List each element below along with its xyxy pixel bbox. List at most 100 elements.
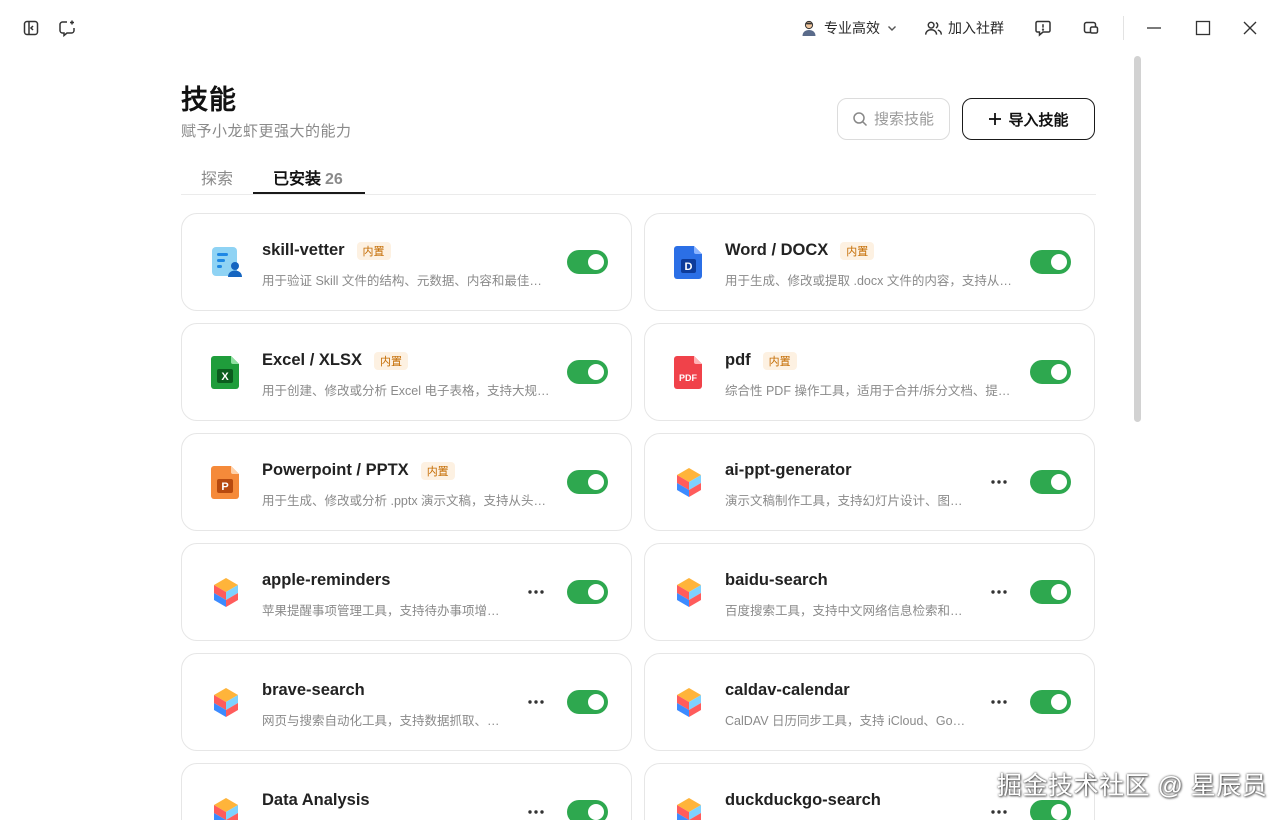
skill-card[interactable]: X Excel / XLSX 内置用于创建、修改或分析 Excel 电子表格，支持大… <box>181 323 632 421</box>
toggle-knob <box>1051 584 1067 600</box>
profile-label: 专业高效 <box>824 20 880 36</box>
skill-enable-toggle[interactable] <box>567 580 608 604</box>
more-options-button[interactable] <box>985 690 1013 714</box>
skill-description: 百度搜索工具，支持中文网络信息检索和实… <box>725 604 970 618</box>
skill-description: 网页与搜索自动化工具，支持数据抓取、页… <box>262 714 507 728</box>
import-skill-label: 导入技能 <box>1008 111 1069 129</box>
skill-description: 演示文稿制作工具，支持幻灯片设计、图表… <box>725 494 970 508</box>
toggle-knob <box>1051 694 1067 710</box>
skill-name: caldav-calendar <box>725 681 850 699</box>
skill-name: brave-search <box>262 681 365 699</box>
active-tab-indicator <box>253 192 365 194</box>
skill-enable-toggle[interactable] <box>567 470 608 494</box>
tab-installed[interactable]: 已安装 26 <box>273 165 343 189</box>
join-community-button[interactable]: 加入社群 <box>924 16 1004 40</box>
skill-name-row: pdf 内置 <box>725 351 797 370</box>
more-options-button[interactable] <box>522 800 550 820</box>
skill-card[interactable]: D Word / DOCX 内置 用于生成、修改或提取 .docx 文件的内容，支持从… <box>644 213 1095 311</box>
skill-card[interactable]: skill-vetter 内置用于验证 Skill 文件的结构、元数据、内容和最佳… <box>181 213 632 311</box>
search-box[interactable] <box>837 98 950 140</box>
scrollbar-thumb[interactable] <box>1134 56 1141 422</box>
skill-enable-toggle[interactable] <box>1030 470 1071 494</box>
more-dots-icon <box>991 700 1007 704</box>
word-icon: D <box>671 244 707 280</box>
new-chat-icon[interactable] <box>55 16 79 40</box>
skill-description: 综合性 PDF 操作工具，适用于合并/拆分文档、提取… <box>725 384 1015 398</box>
skill-enable-toggle[interactable] <box>567 360 608 384</box>
skill-card[interactable]: brave-search 网页与搜索自动化工具，支持数据抓取、页… <box>181 653 632 751</box>
feedback-icon[interactable] <box>1031 16 1055 40</box>
skill-enable-toggle[interactable] <box>567 800 608 820</box>
skill-name: apple-reminders <box>262 571 391 589</box>
skill-card[interactable]: P Powerpoint / PPTX 内置 用于生成、修改或分析 .pptx 演示文… <box>181 433 632 531</box>
skill-enable-toggle[interactable] <box>1030 580 1071 604</box>
skill-name-row: baidu-search <box>725 571 828 590</box>
toggle-knob <box>588 364 604 380</box>
chevron-down-icon <box>888 26 896 31</box>
skill-name: Word / DOCX <box>725 241 829 259</box>
more-options-button[interactable] <box>985 800 1013 820</box>
close-button[interactable] <box>1236 16 1264 40</box>
skill-name: ai-ppt-generator <box>725 461 852 479</box>
toggle-knob <box>588 694 604 710</box>
builtin-badge: 内置 <box>373 351 408 370</box>
skill-enable-toggle[interactable] <box>1030 690 1071 714</box>
watermark: 掘金技术社区 @ 星辰员 <box>997 772 1268 800</box>
skill-enable-toggle[interactable] <box>567 250 608 274</box>
builtin-badge: 内置 <box>762 351 797 370</box>
search-input[interactable] <box>874 110 950 128</box>
more-options-button[interactable] <box>985 470 1013 494</box>
more-options-button[interactable] <box>985 580 1013 604</box>
skill-card[interactable]: caldav-calendar CalDAV 日历同步工具，支持 iCloud、G… <box>644 653 1095 751</box>
close-icon <box>1243 21 1257 35</box>
toggle-knob <box>1051 804 1067 820</box>
skill-name-row: skill-vetter 内置 <box>262 241 391 260</box>
title-bar: 专业高效 加入社群 <box>0 0 1280 56</box>
tab-explore[interactable]: 探索 <box>201 165 233 189</box>
skill-enable-toggle[interactable] <box>1030 800 1071 820</box>
builtin-badge: 内置 <box>420 461 455 480</box>
svg-text:PDF: PDF <box>679 373 698 383</box>
svg-text:D: D <box>685 261 693 273</box>
svg-text:P: P <box>221 481 228 493</box>
skill-card[interactable]: apple-reminders 苹果提醒事项管理工具，支持待办事项增删… <box>181 543 632 641</box>
user-avatar-icon <box>802 20 816 36</box>
maximize-button[interactable] <box>1189 16 1217 40</box>
skill-description: 用于创建、修改或分析 Excel 电子表格，支持大规模… <box>262 384 552 398</box>
skill-name: baidu-search <box>725 571 828 589</box>
maximize-icon <box>1195 20 1211 36</box>
skill-description: 苹果提醒事项管理工具，支持待办事项增删… <box>262 604 507 618</box>
skill-name-row: Excel / XLSX 内置 <box>262 351 408 370</box>
svg-text:X: X <box>221 371 229 383</box>
skill-enable-toggle[interactable] <box>1030 360 1071 384</box>
more-dots-icon <box>991 590 1007 594</box>
skill-vetter-icon <box>208 244 244 280</box>
skill-card[interactable]: Data Analysis <box>181 763 632 820</box>
skill-card[interactable]: PDF pdf 内置综合性 PDF 操作工具，适用于合并/拆分文档、提取… <box>644 323 1095 421</box>
skill-enable-toggle[interactable] <box>1030 250 1071 274</box>
more-options-button[interactable] <box>522 690 550 714</box>
more-dots-icon <box>528 590 544 594</box>
users-icon <box>924 21 943 35</box>
profile-selector[interactable]: 专业高效 <box>800 16 898 40</box>
more-options-button[interactable] <box>522 580 550 604</box>
skill-description: 用于生成、修改或分析 .pptx 演示文稿，支持从头构… <box>262 494 552 508</box>
skill-name: Data Analysis <box>262 791 370 809</box>
skill-name: duckduckgo-search <box>725 791 881 809</box>
skill-enable-toggle[interactable] <box>567 690 608 714</box>
toggle-knob <box>1051 254 1067 270</box>
skill-card[interactable]: baidu-search 百度搜索工具，支持中文网络信息检索和实… <box>644 543 1095 641</box>
toggle-knob <box>588 474 604 490</box>
skill-name-row: apple-reminders <box>262 571 390 590</box>
skill-name: Excel / XLSX <box>262 351 362 369</box>
import-skill-button[interactable]: 导入技能 <box>962 98 1095 140</box>
pdf-icon: PDF <box>671 354 707 390</box>
window-switch-icon[interactable] <box>1079 16 1103 40</box>
toggle-knob <box>588 804 604 820</box>
plus-icon <box>989 113 1002 125</box>
minimize-button[interactable] <box>1140 16 1168 40</box>
sidebar-toggle-icon[interactable] <box>19 16 43 40</box>
search-icon <box>853 112 868 127</box>
skill-card[interactable]: ai-ppt-generator 演示文稿制作工具，支持幻灯片设计、图表… <box>644 433 1095 531</box>
skill-description: 用于验证 Skill 文件的结构、元数据、内容和最佳实… <box>262 274 552 288</box>
